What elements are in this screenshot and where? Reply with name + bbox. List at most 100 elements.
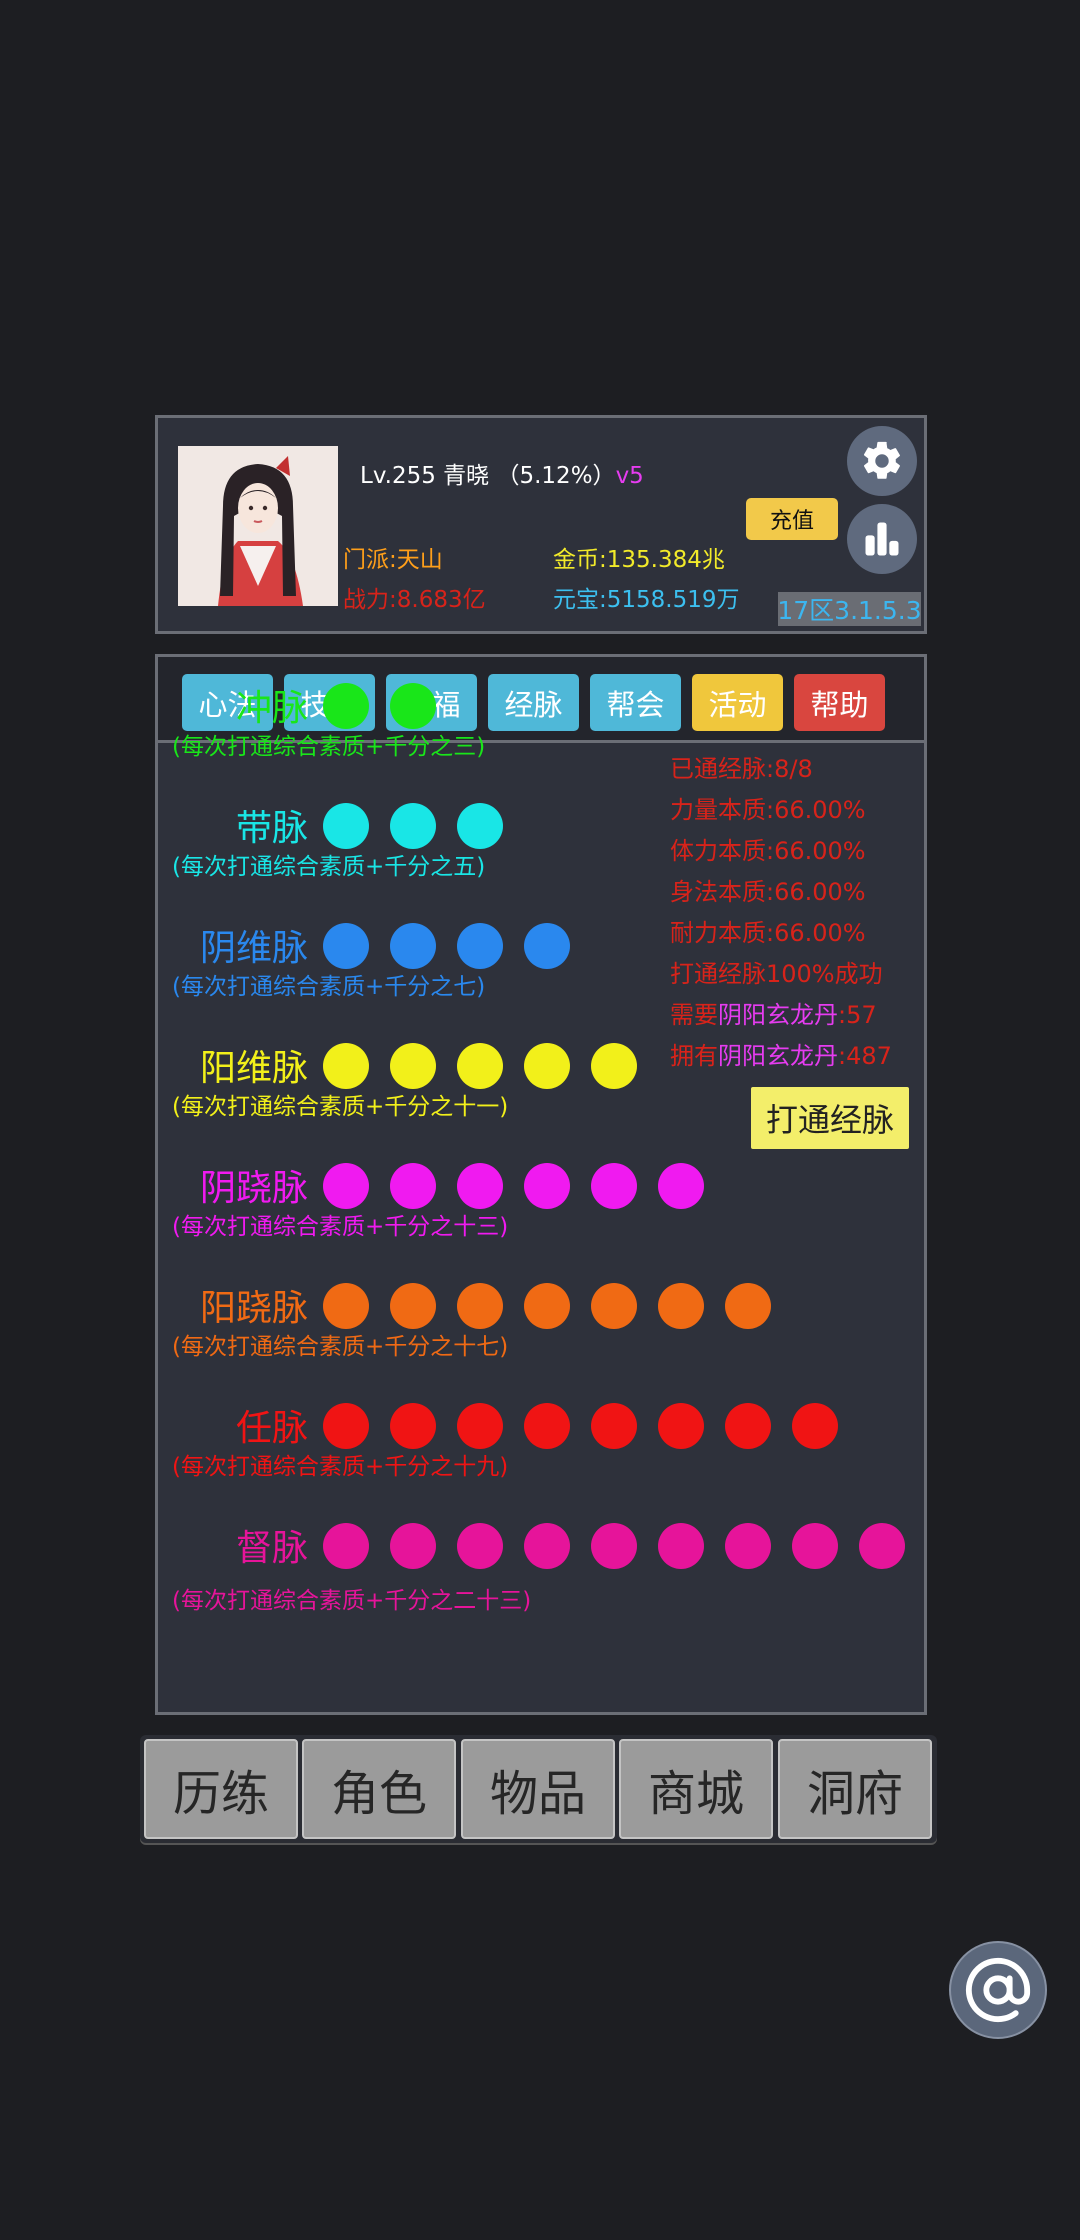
stat-endurance: 耐力本质:66.00%	[670, 919, 866, 947]
combat-power: 战力:8.683亿	[343, 587, 486, 613]
nav-training[interactable]: 历练	[144, 1739, 298, 1839]
meridian-point	[792, 1403, 838, 1449]
meridian-point	[524, 1043, 570, 1089]
meridian-name: 督脉	[235, 1528, 308, 1569]
meridian-point	[390, 1403, 436, 1449]
meridian-name: 带脉	[235, 808, 308, 849]
meridian-point	[591, 1163, 637, 1209]
meridian-point	[658, 1283, 704, 1329]
tab-guild[interactable]: 帮会	[590, 674, 681, 731]
bottom-nav: 历练 角色 物品 商城 洞府	[140, 1735, 937, 1843]
meridian-name: 阳跷脉	[199, 1288, 308, 1329]
meridian-panel: 心法 技能 祝福 经脉 帮会 活动 帮助 冲脉(每次打通综合素质+千分之三)带脉…	[155, 654, 927, 1715]
meridian-description: (每次打通综合素质+千分之十九)	[172, 1454, 509, 1480]
bar-chart-icon	[865, 522, 899, 556]
meridian-point	[658, 1163, 704, 1209]
meridian-point	[792, 1523, 838, 1569]
stat-stamina: 体力本质:66.00%	[670, 837, 866, 865]
at-sign-icon	[965, 1957, 1031, 2023]
gear-icon	[863, 441, 900, 479]
meridian-point	[323, 683, 369, 729]
vip-badge: v5	[615, 463, 644, 489]
meridian-point	[524, 1163, 570, 1209]
meridian-description: (每次打通综合素质+千分之十三)	[172, 1214, 509, 1240]
meridian-point	[524, 1403, 570, 1449]
tab-events[interactable]: 活动	[692, 674, 783, 731]
meridian-point	[457, 1403, 503, 1449]
meridian-point	[390, 1523, 436, 1569]
meridian-point	[859, 1523, 905, 1569]
meridian-point	[524, 1283, 570, 1329]
meridian-point	[390, 803, 436, 849]
meridian-description: (每次打通综合素质+千分之三)	[172, 734, 486, 760]
meridian-point	[591, 1523, 637, 1569]
level: Lv.255	[360, 463, 436, 489]
meridian-description: (每次打通综合素质+千分之五)	[172, 854, 486, 880]
meridian-description: (每次打通综合素质+千分之十一)	[172, 1094, 509, 1120]
meridian-point	[725, 1523, 771, 1569]
sect-label: 门派:天山	[343, 547, 443, 573]
meridian-point	[323, 1403, 369, 1449]
meridian-point	[658, 1523, 704, 1569]
ranking-button[interactable]	[847, 504, 917, 574]
settings-button[interactable]	[847, 426, 917, 496]
meridian-point	[390, 683, 436, 729]
meridian-point	[323, 1163, 369, 1209]
nav-shop[interactable]: 商城	[619, 1739, 773, 1839]
tab-meridians[interactable]: 经脉	[488, 674, 579, 731]
player-name: 青晓	[443, 463, 490, 489]
level-line: Lv.255 青晓 （5.12%）v5	[360, 456, 644, 490]
meridian-description: (每次打通综合素质+千分之七)	[172, 974, 486, 1000]
meridian-point	[457, 1523, 503, 1569]
meridian-point	[390, 1163, 436, 1209]
stat-strength: 力量本质:66.00%	[670, 796, 866, 824]
stat-owned-pill: 拥有阴阳玄龙丹:487	[670, 1036, 892, 1071]
open-meridian-button[interactable]: 打通经脉	[751, 1087, 909, 1149]
meridian-point	[457, 923, 503, 969]
yuanbao-amount: 元宝:5158.519万	[553, 587, 740, 613]
meridian-point	[323, 1523, 369, 1569]
tab-help[interactable]: 帮助	[794, 674, 885, 731]
meridian-point	[591, 1283, 637, 1329]
meridian-name: 阴跷脉	[199, 1168, 308, 1209]
level-progress: （5.12%）	[496, 463, 616, 489]
meridian-name: 阴维脉	[199, 928, 308, 969]
meridian-point	[323, 923, 369, 969]
meridian-point	[390, 923, 436, 969]
player-header-panel: Lv.255 青晓 （5.12%）v5 门派:天山 战力:8.683亿 金币:1…	[155, 415, 927, 634]
nav-character[interactable]: 角色	[302, 1739, 456, 1839]
meridian-point	[457, 1163, 503, 1209]
recharge-button[interactable]: 充值	[746, 498, 838, 540]
meridian-point	[725, 1403, 771, 1449]
meridian-point	[323, 1283, 369, 1329]
nav-cave[interactable]: 洞府	[778, 1739, 932, 1839]
meridian-point	[658, 1403, 704, 1449]
nav-items[interactable]: 物品	[461, 1739, 615, 1839]
meridian-description: (每次打通综合素质+千分之二十三)	[172, 1588, 532, 1614]
meridian-point	[390, 1283, 436, 1329]
meridian-point	[725, 1283, 771, 1329]
own-pill-count: :487	[838, 1042, 892, 1070]
own-pill-name: 阴阳玄龙丹	[718, 1042, 838, 1070]
meridian-point	[524, 923, 570, 969]
meridian-point	[457, 1043, 503, 1089]
stat-required-pill: 需要阴阳玄龙丹:57	[670, 995, 877, 1030]
meridian-point	[591, 1043, 637, 1089]
stat-opened: 已通经脉:8/8	[670, 755, 813, 783]
meridian-point	[323, 803, 369, 849]
need-pill-count: :57	[838, 1001, 877, 1029]
meridian-point	[591, 1403, 637, 1449]
stat-agility: 身法本质:66.00%	[670, 878, 866, 906]
server-label: 17区3.1.5.3	[777, 592, 922, 626]
floating-chat-button[interactable]	[949, 1941, 1047, 2039]
avatar[interactable]	[178, 446, 338, 606]
meridian-name: 阳维脉	[199, 1048, 308, 1089]
character-portrait-icon	[178, 446, 338, 606]
meridian-point	[323, 1043, 369, 1089]
own-prefix: 拥有	[670, 1042, 718, 1070]
gold-amount: 金币:135.384兆	[553, 547, 725, 573]
meridian-point	[390, 1043, 436, 1089]
meridian-description: (每次打通综合素质+千分之十七)	[172, 1334, 509, 1360]
meridian-point	[457, 1283, 503, 1329]
need-pill-name: 阴阳玄龙丹	[718, 1001, 838, 1029]
